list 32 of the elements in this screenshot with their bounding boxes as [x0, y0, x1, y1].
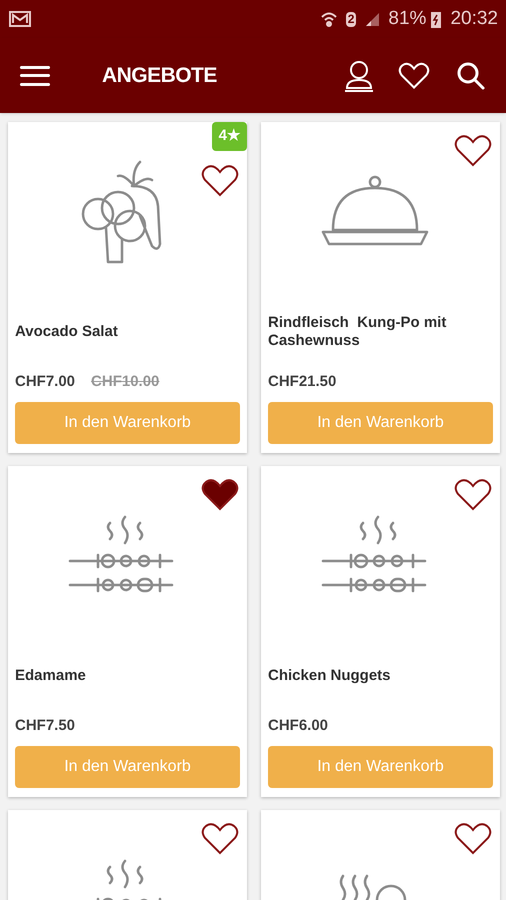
product-price: CHF7.00	[15, 372, 76, 392]
product-price: CHF6.00	[268, 716, 328, 736]
battery-icon	[430, 10, 442, 28]
heart-icon[interactable]	[454, 478, 492, 512]
menu-button[interactable]	[20, 64, 50, 88]
product-card[interactable]: Edamame CHF7.50 In den Warenkorb	[8, 466, 247, 797]
clock: 20:32	[450, 6, 498, 31]
wifi-icon	[320, 10, 338, 28]
product-name: Rindfleisch Kung-Po mit Cashewnuss	[268, 314, 448, 350]
heart-icon[interactable]	[454, 822, 492, 856]
heart-icon[interactable]	[201, 478, 239, 512]
product-name: Avocado Salat	[15, 323, 118, 341]
heart-icon[interactable]	[201, 164, 239, 198]
user-icon[interactable]	[344, 60, 374, 92]
heart-icon[interactable]	[398, 62, 430, 90]
product-name: Edamame	[15, 667, 86, 685]
mail-icon	[8, 9, 32, 29]
signal-icon	[364, 11, 380, 27]
search-icon[interactable]	[456, 60, 486, 90]
product-price: CHF21.50	[268, 372, 336, 392]
sim-indicator: 2	[346, 12, 356, 26]
product-card[interactable]: Chicken Nuggets CHF6.00 In den Warenkorb	[261, 466, 500, 797]
heart-icon[interactable]	[454, 134, 492, 168]
product-card[interactable]: 4★ Avocado Salat CHF7.00 CHF10.00 In den Warenkorb	[8, 122, 247, 453]
old-price: CHF10.00	[91, 372, 160, 392]
product-name: Chicken Nuggets	[268, 667, 391, 685]
page-title: ANGEBOTE	[102, 62, 217, 89]
rating-badge: 4★	[212, 122, 247, 150]
heart-icon[interactable]	[201, 822, 239, 856]
product-card[interactable]: Rindfleisch Kung-Po mit Cashewnuss CHF21.50 In den Warenkorb	[261, 122, 500, 453]
product-price: CHF7.50	[15, 716, 76, 736]
battery-percentage: 81%	[388, 6, 426, 31]
